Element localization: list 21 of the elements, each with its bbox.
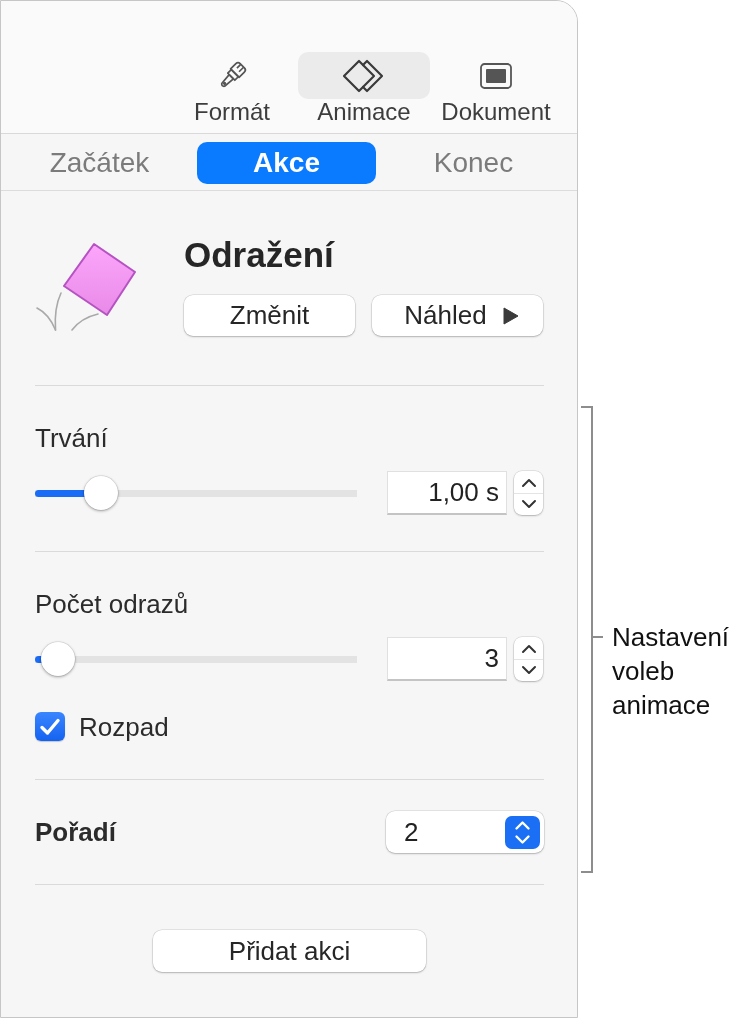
segment-tab[interactable]: Akce — [197, 142, 376, 184]
change-button[interactable]: Změnit — [184, 295, 355, 336]
callout-label: Nastavení voleb animace — [612, 621, 731, 722]
effect-title: Odražení — [184, 236, 336, 274]
overlapping-diamonds-icon — [342, 58, 386, 93]
slider-thumb[interactable] — [83, 476, 118, 510]
segment-tab[interactable]: Konec — [384, 142, 563, 184]
setting-label: Trvání — [35, 423, 109, 453]
number-field[interactable]: 1,00 s — [387, 471, 507, 515]
setting-label: Počet odrazů — [35, 589, 190, 619]
screen-icon — [480, 62, 512, 89]
segment-tab[interactable]: Začátek — [10, 142, 189, 184]
chevron-up-icon — [520, 477, 537, 488]
play-icon — [502, 306, 519, 325]
chevron-down-icon — [520, 498, 537, 509]
stepper[interactable] — [514, 471, 543, 515]
preview-button[interactable]: Náhled — [372, 295, 543, 336]
toolbar-button[interactable]: Dokument — [430, 52, 562, 125]
checkbox-label: Rozpad — [79, 711, 169, 742]
toolbar-button[interactable]: Formát — [166, 52, 298, 125]
setting-label: Pořadí — [35, 817, 116, 847]
